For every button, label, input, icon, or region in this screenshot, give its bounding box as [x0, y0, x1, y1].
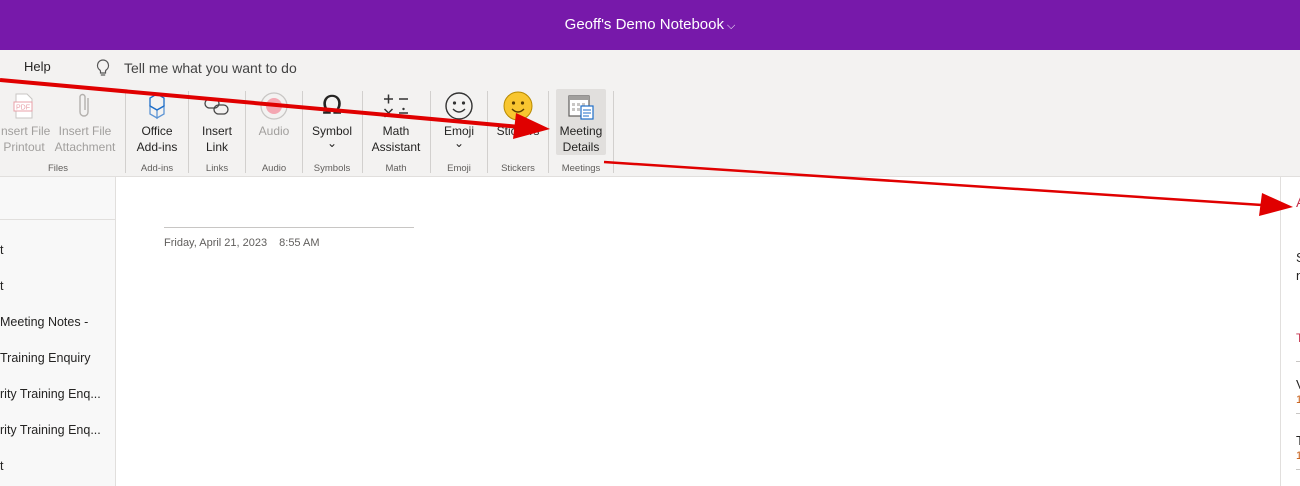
meeting-item-title[interactable]: T	[1296, 433, 1300, 448]
page-list-item[interactable]: rity Training Enq...	[0, 387, 115, 401]
group-label-meetings: Meetings	[561, 163, 601, 174]
pane-text: n	[1296, 268, 1300, 283]
office-addins-icon	[149, 93, 165, 120]
link-icon	[204, 98, 229, 115]
tell-me-search[interactable]: Tell me what you want to do	[124, 60, 297, 76]
office-addins-label: Office Add-ins	[136, 124, 178, 154]
ribbon-separator	[548, 91, 549, 173]
lightbulb-icon	[96, 59, 110, 76]
office-addins-button[interactable]: Office Add-ins	[132, 89, 182, 155]
math-assistant-button[interactable]: Math Assistant	[368, 89, 424, 155]
group-label-stickers: Stickers	[501, 163, 535, 174]
menu-bar: Help Tell me what you want to do	[0, 50, 1300, 85]
chevron-down-icon: ⌄	[326, 136, 338, 150]
group-label-symbols: Symbols	[313, 163, 351, 174]
group-label-files: Files	[47, 163, 69, 174]
group-label-audio: Audio	[261, 163, 287, 174]
page-list-divider	[0, 219, 115, 220]
ribbon-separator	[188, 91, 189, 173]
ribbon-separator	[125, 91, 126, 173]
insert-file-printout-button[interactable]: PDF Insert File Printout	[0, 89, 52, 155]
pane-divider	[1296, 469, 1300, 470]
meeting-details-button[interactable]: Meeting Details	[556, 89, 606, 155]
chevron-down-icon[interactable]: ⌵	[727, 20, 735, 32]
insert-file-attachment-label: Insert File Attachment	[54, 124, 116, 154]
symbol-button[interactable]: Ω Symbol ⌄	[308, 89, 356, 155]
page-list-item[interactable]: Training Enquiry	[0, 351, 115, 365]
group-label-links: Links	[205, 163, 229, 174]
pdf-icon: PDF	[13, 93, 33, 119]
pane-divider	[1296, 361, 1300, 362]
ribbon-separator	[613, 91, 614, 173]
record-audio-icon	[260, 92, 288, 120]
ribbon-separator	[245, 91, 246, 173]
title-bar: Geoff's Demo Notebook ⌵	[0, 0, 1300, 50]
stickers-button[interactable]: Stickers	[493, 89, 543, 155]
insert-link-label: Insert Link	[201, 124, 232, 154]
insert-file-printout-label: Insert File Printout	[0, 124, 51, 154]
sticker-icon	[503, 91, 533, 121]
page-list-item[interactable]: t	[0, 279, 115, 293]
meeting-item-time: 1	[1296, 450, 1300, 462]
math-assistant-label: Math Assistant	[371, 124, 421, 154]
pane-divider	[1296, 413, 1300, 414]
meeting-details-pane: A S n T V 1 T 1	[1280, 177, 1300, 486]
svg-text:PDF: PDF	[16, 105, 30, 112]
page-title-underline	[164, 227, 414, 228]
pane-text: S	[1296, 250, 1300, 265]
ribbon-separator	[362, 91, 363, 173]
omega-icon: Ω	[322, 91, 342, 121]
meeting-details-icon	[568, 95, 594, 120]
group-label-addins: Add-ins	[140, 163, 174, 174]
paperclip-icon	[79, 93, 89, 117]
ribbon-separator	[302, 91, 303, 173]
meeting-item-time: 1	[1296, 394, 1300, 406]
notebook-name: Geoff's Demo Notebook	[564, 16, 724, 33]
ribbon-separator	[487, 91, 488, 173]
notebook-title[interactable]: Geoff's Demo Notebook ⌵	[0, 16, 1300, 33]
math-icon	[383, 94, 408, 119]
smiley-icon	[445, 92, 473, 120]
page-canvas[interactable]: Friday, April 21, 2023 8:55 AM	[117, 177, 1280, 486]
page-date: Friday, April 21, 2023	[164, 237, 268, 249]
emoji-button[interactable]: Emoji ⌄	[436, 89, 482, 155]
group-label-math: Math	[385, 163, 407, 174]
ribbon-insert: PDF Insert File Printout Insert File Att…	[0, 85, 1300, 177]
page-list-item[interactable]: t	[0, 243, 115, 257]
ribbon-separator	[430, 91, 431, 173]
page-list-item[interactable]: Meeting Notes -	[0, 315, 115, 329]
meeting-details-label: Meeting Details	[559, 124, 603, 154]
page-timestamp: Friday, April 21, 2023 8:55 AM	[164, 237, 320, 249]
page-list: t t Meeting Notes - Training Enquiry rit…	[0, 177, 116, 486]
stickers-label: Stickers	[496, 124, 540, 138]
page-list-item[interactable]: rity Training Enq...	[0, 423, 115, 437]
group-label-emoji: Emoji	[447, 163, 471, 174]
meeting-item-title[interactable]: V	[1296, 377, 1300, 392]
audio-button[interactable]: Audio	[252, 89, 296, 155]
insert-file-attachment-button[interactable]: Insert File Attachment	[53, 89, 117, 155]
chevron-down-icon: ⌄	[453, 136, 465, 150]
help-tab[interactable]: Help	[24, 59, 51, 74]
insert-link-button[interactable]: Insert Link	[194, 89, 240, 155]
audio-label: Audio	[258, 124, 290, 138]
pane-heading: A	[1296, 194, 1300, 210]
page-list-item[interactable]: t	[0, 459, 115, 473]
pane-section-label: T	[1296, 331, 1300, 345]
page-time: 8:55 AM	[279, 237, 320, 249]
